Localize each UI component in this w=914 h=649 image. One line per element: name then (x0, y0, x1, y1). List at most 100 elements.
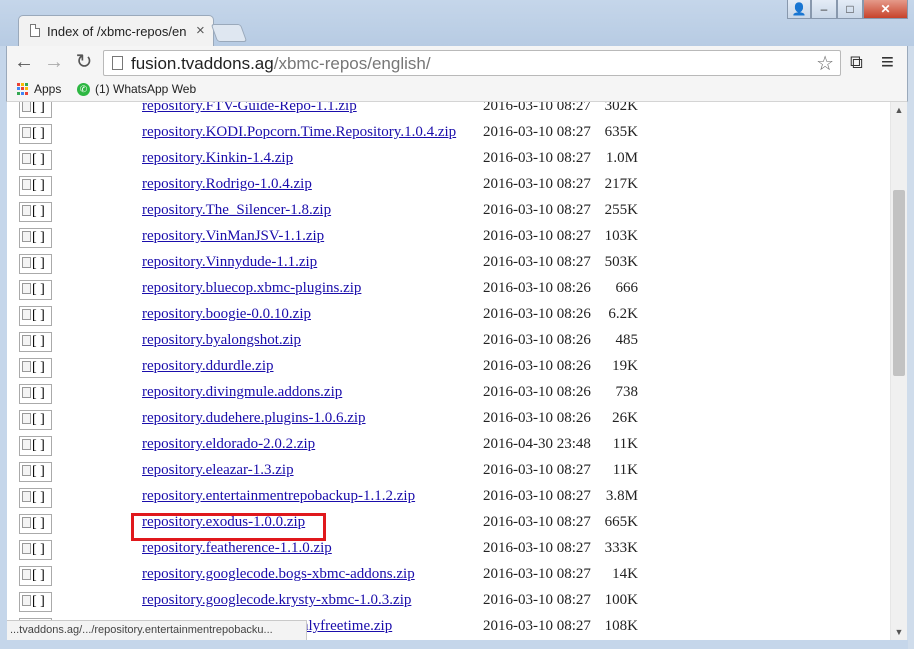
file-size: 100K (604, 592, 638, 608)
file-date: 2016-03-10 08:27 (483, 202, 591, 218)
window-controls: 👤 – □ ✕ (787, 0, 908, 20)
page-content: [ ] repository.FTV-Guide-Repo-1.1.zip 2016… (7, 102, 890, 640)
user-icon[interactable]: 👤 (787, 0, 811, 19)
broken-image-icon: [ ] (19, 540, 52, 560)
scroll-up-arrow-icon[interactable]: ▲ (891, 102, 907, 118)
table-row: [ ] repository.VinManJSV-1.1.zip 2016-03-1… (7, 227, 890, 253)
image-alt-text: [ ] (32, 126, 45, 141)
file-size: 255K (604, 202, 638, 218)
file-date: 2016-03-10 08:27 (483, 592, 591, 608)
file-link[interactable]: repository.Vinnydude-1.1.zip (142, 254, 317, 271)
file-link[interactable]: repository.googlecode.krysty-xbmc-1.0.3.… (142, 592, 411, 609)
table-row: [ ] repository.Rodrigo-1.0.4.zip 2016-03-1… (7, 175, 890, 201)
forward-button[interactable]: → (41, 49, 67, 75)
vertical-scrollbar[interactable]: ▲ ▼ (890, 102, 907, 640)
file-size: 11K (612, 462, 638, 478)
image-alt-text: [ ] (32, 412, 45, 427)
file-link[interactable]: repository.bluecop.xbmc-plugins.zip (142, 280, 361, 297)
file-link[interactable]: repository.The_Silencer-1.8.zip (142, 202, 331, 219)
file-link[interactable]: repository.featherence-1.1.0.zip (142, 540, 332, 557)
image-alt-text: [ ] (32, 178, 45, 193)
file-link[interactable]: repository.eldorado-2.0.2.zip (142, 436, 315, 453)
image-alt-text: [ ] (32, 594, 45, 609)
table-row: [ ] repository.eldorado-2.0.2.zip 2016-04-… (7, 435, 890, 461)
file-link[interactable]: repository.VinManJSV-1.1.zip (142, 228, 324, 245)
image-alt-text: [ ] (32, 152, 45, 167)
file-date: 2016-03-10 08:26 (483, 358, 591, 374)
file-link[interactable]: repository.eleazar-1.3.zip (142, 462, 294, 479)
file-date: 2016-03-10 08:27 (483, 566, 591, 582)
bookmark-star-icon[interactable]: ☆ (816, 51, 834, 76)
file-link[interactable]: repository.KODI.Popcorn.Time.Repository.… (142, 124, 456, 141)
minimize-button[interactable]: – (811, 0, 837, 19)
broken-image-icon: [ ] (19, 254, 52, 274)
file-link[interactable]: repository.entertainmentrepobackup-1.1.2… (142, 488, 415, 505)
image-alt-text: [ ] (32, 102, 45, 115)
file-link[interactable]: repository.FTV-Guide-Repo-1.1.zip (142, 102, 357, 115)
scrollbar-thumb[interactable] (893, 190, 905, 376)
file-date: 2016-03-10 08:27 (483, 228, 591, 244)
file-date: 2016-03-10 08:26 (483, 280, 591, 296)
file-link[interactable]: repository.dudehere.plugins-1.0.6.zip (142, 410, 366, 427)
file-link[interactable]: repository.divingmule.addons.zip (142, 384, 342, 401)
exodus-highlight-box (131, 513, 326, 541)
file-date: 2016-03-10 08:26 (483, 384, 591, 400)
image-alt-text: [ ] (32, 204, 45, 219)
table-row: [ ] repository.Kinkin-1.4.zip 2016-03-10 0… (7, 149, 890, 175)
bookmark-whatsapp[interactable]: ✆ (1) WhatsApp Web (77, 82, 196, 96)
file-size: 333K (604, 540, 638, 556)
broken-image-icon: [ ] (19, 384, 52, 404)
file-date: 2016-03-10 08:26 (483, 410, 591, 426)
image-alt-text: [ ] (32, 516, 45, 531)
apps-grid-icon (17, 83, 29, 95)
broken-image-icon: [ ] (19, 462, 52, 482)
table-row: [ ] repository.The_Silencer-1.8.zip 2016-0… (7, 201, 890, 227)
file-link[interactable]: repository.Kinkin-1.4.zip (142, 150, 293, 167)
file-date: 2016-04-30 23:48 (483, 436, 591, 452)
file-date: 2016-03-10 08:27 (483, 540, 591, 556)
table-row: [ ] repository.Vinnydude-1.1.zip 2016-03-1… (7, 253, 890, 279)
file-date: 2016-03-10 08:27 (483, 254, 591, 270)
broken-image-icon: [ ] (19, 332, 52, 352)
table-row: [ ] repository.entertainmentrepobackup-1.… (7, 487, 890, 513)
table-row: [ ] repository.byalongshot.zip 2016-03-10 … (7, 331, 890, 357)
file-link[interactable]: repository.boogie-0.0.10.zip (142, 306, 311, 323)
bookmarks-bar: Apps ✆ (1) WhatsApp Web (6, 78, 908, 102)
broken-image-icon: [ ] (19, 124, 52, 144)
tab-close-icon[interactable]: × (196, 22, 205, 39)
file-link[interactable]: repository.Rodrigo-1.0.4.zip (142, 176, 312, 193)
bookmark-apps[interactable]: Apps (17, 82, 61, 96)
image-alt-text: [ ] (32, 282, 45, 297)
broken-image-icon: [ ] (19, 514, 52, 534)
tab-title: Index of /xbmc-repos/engl (47, 24, 187, 39)
broken-image-icon: [ ] (19, 436, 52, 456)
file-date: 2016-03-10 08:27 (483, 102, 591, 114)
cast-search-icon[interactable]: ⧉ (850, 49, 863, 75)
image-alt-text: [ ] (32, 230, 45, 245)
window-frame-bottom (6, 640, 908, 649)
maximize-button[interactable]: □ (837, 0, 863, 19)
close-button[interactable]: ✕ (863, 0, 908, 19)
broken-image-icon: [ ] (19, 150, 52, 170)
image-alt-text: [ ] (32, 334, 45, 349)
file-size: 108K (604, 618, 638, 634)
browser-tab[interactable]: Index of /xbmc-repos/engl × (18, 15, 214, 46)
bookmark-whatsapp-label: (1) WhatsApp Web (95, 82, 197, 96)
url-text[interactable]: fusion.tvaddons.ag/xbmc-repos/english/ (131, 54, 431, 74)
file-link[interactable]: repository.googlecode.bogs-xbmc-addons.z… (142, 566, 415, 583)
image-alt-text: [ ] (32, 438, 45, 453)
table-row: [ ] repository.dudehere.plugins-1.0.6.zip… (7, 409, 890, 435)
file-link[interactable]: repository.byalongshot.zip (142, 332, 301, 349)
address-bar[interactable]: fusion.tvaddons.ag/xbmc-repos/english/ ☆ (103, 50, 841, 76)
menu-icon[interactable]: ≡ (881, 49, 894, 75)
reload-button[interactable]: ↻ (71, 49, 97, 75)
new-tab-button[interactable] (210, 24, 248, 42)
file-size: 19K (612, 358, 638, 374)
file-link[interactable]: repository.ddurdle.zip (142, 358, 274, 375)
file-size: 666 (615, 280, 639, 296)
back-button[interactable]: ← (11, 49, 37, 75)
image-alt-text: [ ] (32, 568, 45, 583)
table-row: [ ] repository.featherence-1.1.0.zip 2016-… (7, 539, 890, 565)
broken-image-icon: [ ] (19, 592, 52, 612)
scroll-down-arrow-icon[interactable]: ▼ (891, 624, 907, 640)
